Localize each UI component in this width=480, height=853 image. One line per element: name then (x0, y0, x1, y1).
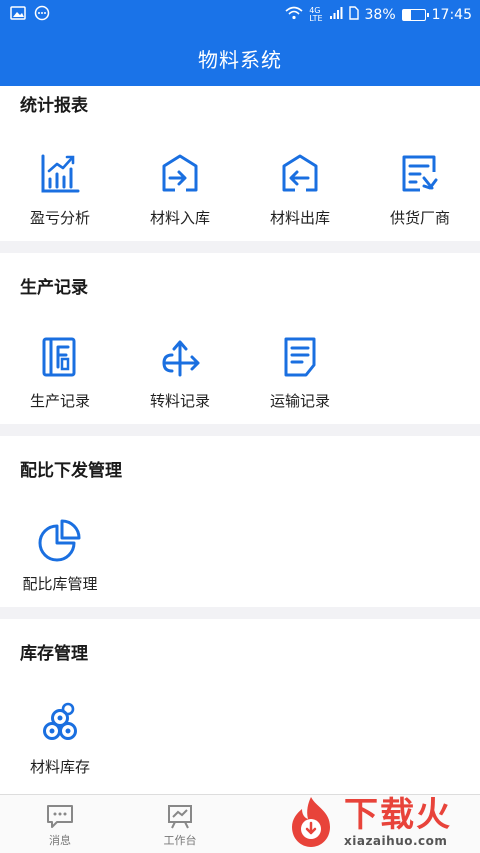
menu-item-ratio-library[interactable]: 配比库管理 (0, 518, 120, 594)
nav-label: 工作台 (163, 834, 197, 847)
watermark: 下载火 xiazaihuo.com (282, 790, 480, 853)
menu-item-label: 材料入库 (149, 209, 210, 227)
menu-item-label: 运输记录 (269, 392, 330, 410)
section-stats: 统计报表 盈亏分析 材料入库 材料出库 供货厂商 (0, 86, 480, 241)
fire-logo-icon (292, 796, 330, 847)
menu-item-production-record[interactable]: 生产记录 (0, 335, 120, 411)
nav-item-messages[interactable]: 消息 (0, 795, 120, 853)
menu-item-label: 供货厂商 (389, 209, 450, 227)
menu-item-profit-analysis[interactable]: 盈亏分析 (0, 152, 120, 228)
menu-item-label: 材料库存 (29, 758, 90, 776)
watermark-url: xiazaihuo.com (344, 833, 448, 848)
page-title: 物料系统 (198, 47, 282, 72)
menu-item-supplier[interactable]: 供货厂商 (360, 152, 480, 228)
menu-item-transport-record[interactable]: 运输记录 (240, 335, 360, 411)
app-header: 物料系统 (0, 30, 480, 86)
bar-chart-icon (41, 154, 80, 193)
menu-item-material-outbound[interactable]: 材料出库 (240, 152, 360, 228)
transfer-arrows-icon (162, 340, 200, 377)
content-area[interactable]: 统计报表 盈亏分析 材料入库 材料出库 供货厂商 生产记录 生产记录 转料记录 … (0, 86, 480, 794)
pie-chart-icon (38, 519, 81, 562)
clock: 17:45 (431, 7, 472, 23)
menu-item-material-inventory[interactable]: 材料库存 (0, 701, 120, 777)
stacked-pipes-icon (43, 702, 77, 740)
battery-level (402, 10, 411, 20)
document-lines-icon (284, 337, 316, 377)
sim-icon (348, 6, 359, 24)
gallery-notification-icon (10, 6, 26, 24)
section-title: 生产记录 (20, 278, 88, 298)
warehouse-out-icon (282, 154, 318, 192)
section-production: 生产记录 生产记录 转料记录 运输记录 (0, 253, 480, 424)
menu-item-label: 生产记录 (29, 392, 90, 410)
menu-item-label: 盈亏分析 (29, 209, 90, 227)
section-title: 统计报表 (20, 96, 88, 116)
section-inventory: 库存管理 材料库存 (0, 619, 480, 794)
section-title: 库存管理 (20, 644, 88, 664)
menu-item-label: 材料出库 (269, 209, 330, 227)
nav-label: 消息 (49, 834, 71, 847)
message-icon (47, 805, 73, 828)
watermark-text: 下载火 (344, 794, 452, 835)
workbench-icon (168, 805, 192, 829)
status-bar: 4G LTE 38% 17:45 (0, 0, 480, 30)
nav-item-workbench[interactable]: 工作台 (120, 795, 240, 853)
battery-percent: 38% (364, 7, 396, 23)
menu-item-label: 配比库管理 (22, 575, 98, 593)
battery-icon (401, 9, 429, 21)
section-title: 配比下发管理 (20, 461, 122, 481)
network-label-bottom: LTE (309, 14, 323, 23)
warehouse-in-icon (162, 154, 198, 192)
more-notification-icon (34, 5, 50, 25)
production-book-icon (42, 337, 76, 377)
menu-item-material-inbound[interactable]: 材料入库 (120, 152, 240, 228)
menu-item-label: 转料记录 (149, 392, 210, 410)
section-ratio: 配比下发管理 配比库管理 (0, 436, 480, 607)
wifi-icon (285, 6, 303, 24)
network-type: 4G LTE (309, 7, 322, 23)
supplier-doc-icon (402, 155, 438, 192)
menu-item-transfer-record[interactable]: 转料记录 (120, 335, 240, 411)
signal-icon (329, 6, 343, 24)
